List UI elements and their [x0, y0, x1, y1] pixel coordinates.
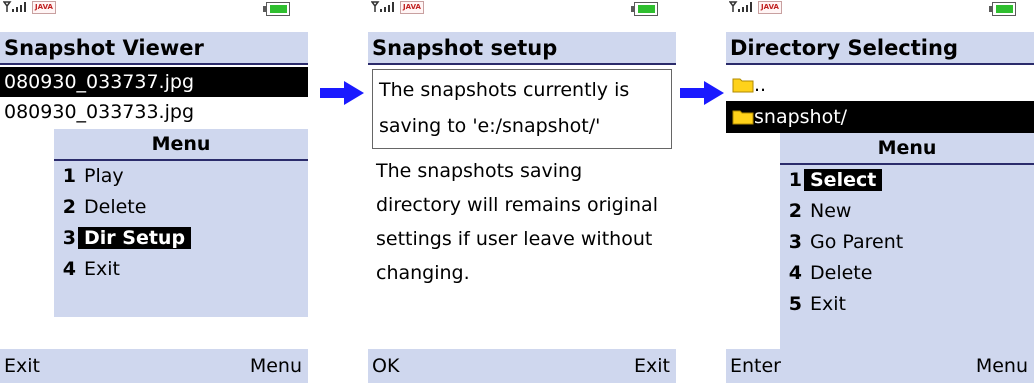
- softkey-left[interactable]: Exit: [4, 349, 40, 383]
- menu-item-number: 4: [62, 258, 76, 280]
- softkey-bar: Exit Menu: [0, 349, 308, 383]
- phone-screen-snapshot-setup: JAVA Snapshot setup The snapshots curren…: [368, 0, 676, 383]
- menu-item-label: Delete: [810, 262, 873, 284]
- softkey-left[interactable]: Enter: [730, 349, 781, 383]
- battery-icon: [631, 2, 658, 16]
- menu-item-label: New: [810, 200, 852, 222]
- setup-content: The snapshots currently is saving to 'e:…: [368, 67, 676, 349]
- dir-item-label: snapshot/: [754, 106, 848, 128]
- dir-item-label: ..: [754, 74, 767, 96]
- softkey-left[interactable]: OK: [372, 349, 399, 383]
- signal-icon: [3, 1, 26, 12]
- phone-screen-snapshot-viewer: JAVA Snapshot Viewer 080930_033737.jpg 0…: [0, 0, 308, 383]
- dir-item-selected[interactable]: snapshot/: [726, 101, 1034, 133]
- status-bar: JAVA: [368, 0, 676, 32]
- file-item[interactable]: 080930_033733.jpg: [0, 97, 308, 127]
- options-menu: Menu 1 Play 2 Delete 3 Dir Setup 4 Exit: [54, 129, 308, 317]
- menu-item-number: 3: [62, 227, 76, 249]
- screen-title: Snapshot setup: [368, 32, 676, 65]
- menu-item-number: 3: [788, 231, 802, 253]
- softkey-right[interactable]: Exit: [634, 349, 670, 383]
- menu-item-label: Delete: [84, 196, 147, 218]
- status-bar: JAVA: [0, 0, 308, 32]
- menu-item-number: 4: [788, 262, 802, 284]
- signal-icon: [729, 1, 752, 12]
- current-path-info: The snapshots currently is saving to 'e:…: [372, 69, 672, 149]
- arrow-right-icon: [320, 81, 364, 105]
- status-bar: JAVA: [726, 0, 1034, 32]
- folder-icon: [732, 110, 754, 125]
- menu-item-exit[interactable]: 5 Exit: [780, 289, 1034, 320]
- dir-item-parent[interactable]: ..: [726, 69, 1034, 101]
- menu-item-exit[interactable]: 4 Exit: [54, 254, 308, 285]
- softkey-right[interactable]: Menu: [250, 349, 302, 383]
- menu-item-label: Go Parent: [810, 231, 904, 253]
- menu-item-label: Exit: [810, 293, 846, 315]
- java-badge: JAVA: [758, 1, 782, 14]
- file-item-selected[interactable]: 080930_033737.jpg: [0, 67, 308, 97]
- menu-item-label: Play: [84, 165, 124, 187]
- menu-item-new[interactable]: 2 New: [780, 196, 1034, 227]
- menu-item-label: Select: [804, 169, 883, 191]
- menu-item-number: 2: [788, 200, 802, 222]
- directory-list: .. snapshot/ Menu 1 Select 2 New 3 Go Paren…: [726, 67, 1034, 349]
- menu-item-play[interactable]: 1 Play: [54, 161, 308, 192]
- signal-icon: [371, 1, 394, 12]
- java-badge: JAVA: [32, 1, 56, 14]
- softkey-bar: OK Exit: [368, 349, 676, 383]
- battery-icon: [263, 2, 290, 16]
- menu-title: Menu: [780, 133, 1034, 165]
- battery-icon: [989, 2, 1016, 16]
- arrow-right-icon: [680, 81, 724, 105]
- java-badge: JAVA: [400, 1, 424, 14]
- menu-item-number: 1: [62, 165, 76, 187]
- softkey-right[interactable]: Menu: [976, 349, 1028, 383]
- menu-item-select[interactable]: 1 Select: [780, 165, 1034, 196]
- menu-item-number: 1: [788, 169, 802, 191]
- folder-icon: [732, 78, 754, 93]
- menu-item-number: 2: [62, 196, 76, 218]
- setup-description: The snapshots saving directory will rema…: [376, 160, 658, 284]
- options-menu: Menu 1 Select 2 New 3 Go Parent 4 Delete 5 Ex…: [780, 133, 1034, 349]
- menu-item-delete[interactable]: 4 Delete: [780, 258, 1034, 289]
- screen-title: Directory Selecting: [726, 32, 1034, 65]
- softkey-bar: Enter Menu: [726, 349, 1034, 383]
- menu-item-delete[interactable]: 2 Delete: [54, 192, 308, 223]
- menu-item-number: 5: [788, 293, 802, 315]
- phone-screen-directory-selecting: JAVA Directory Selecting .. snapshot/ Me…: [726, 0, 1034, 383]
- menu-item-label: Dir Setup: [78, 227, 192, 249]
- menu-item-dir-setup[interactable]: 3 Dir Setup: [54, 223, 308, 254]
- menu-item-go-parent[interactable]: 3 Go Parent: [780, 227, 1034, 258]
- menu-title: Menu: [54, 129, 308, 161]
- screen-title: Snapshot Viewer: [0, 32, 308, 65]
- file-list: 080930_033737.jpg 080930_033733.jpg Menu…: [0, 67, 308, 349]
- menu-item-label: Exit: [84, 258, 120, 280]
